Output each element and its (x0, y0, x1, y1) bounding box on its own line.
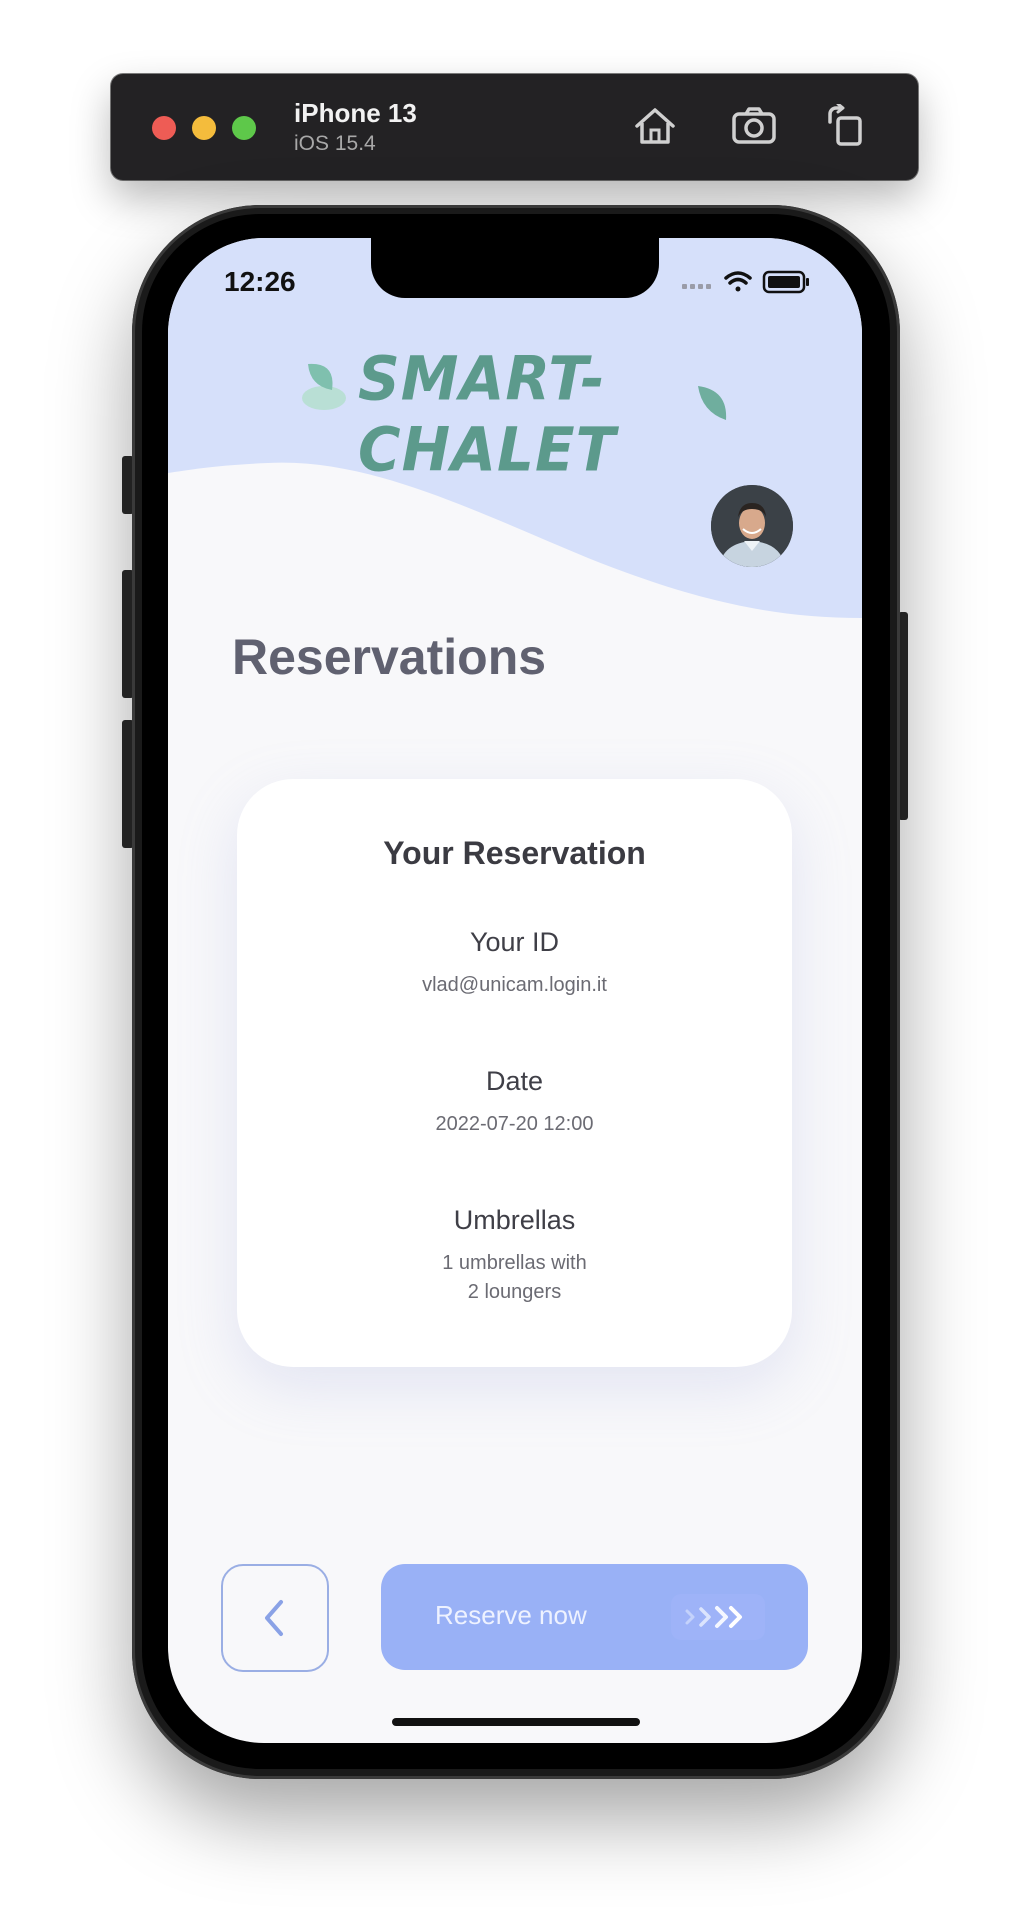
minimize-window-button[interactable] (192, 116, 216, 140)
home-icon[interactable] (631, 104, 679, 148)
logo-text: SMART-CHALET (358, 342, 617, 486)
status-time: 12:26 (224, 266, 296, 297)
os-version: iOS 15.4 (294, 132, 376, 155)
back-button[interactable] (221, 1564, 329, 1672)
wifi-icon (724, 271, 752, 292)
date-value: 2022-07-20 12:00 (435, 1113, 594, 1135)
signal-icon (682, 284, 711, 289)
swipe-handle[interactable] (671, 1594, 765, 1640)
id-label: Your ID (469, 927, 560, 957)
leaf-icon (302, 363, 346, 410)
battery-icon (762, 270, 809, 294)
double-chevron-right-icon (685, 1606, 742, 1628)
card-title: Your Reservation (383, 835, 646, 871)
reserve-now-button[interactable]: Reserve now (381, 1564, 808, 1670)
avatar[interactable] (711, 485, 793, 567)
chevron-left-icon (265, 1600, 283, 1636)
home-indicator[interactable] (392, 1718, 640, 1726)
zoom-window-button[interactable] (232, 116, 256, 140)
page-title: Reservations (232, 629, 547, 685)
reservation-card: Your Reservation Your ID vlad@unicam.log… (237, 779, 792, 1367)
umbrellas-value-line2: 2 loungers (467, 1281, 562, 1303)
date-label: Date (485, 1066, 544, 1096)
status-icons (682, 270, 809, 294)
leaf-small-icon (698, 386, 727, 420)
close-window-button[interactable] (152, 116, 176, 140)
reserve-now-label: Reserve now (435, 1600, 587, 1630)
simulator-window: iPhone 13 iOS 15.4 12:26 SMART-CHALET Re… (0, 0, 1030, 1932)
umbrellas-label: Umbrellas (453, 1205, 576, 1235)
id-value: vlad@unicam.login.it (422, 974, 607, 996)
app-logo: SMART-CHALET (298, 343, 738, 485)
device-name: iPhone 13 (294, 98, 417, 128)
rotate-icon[interactable] (822, 104, 870, 148)
notch (371, 238, 659, 298)
phone-screen: 12:26 SMART-CHALET Reservations Your Res… (168, 238, 862, 1743)
avatar-image (711, 485, 793, 567)
umbrellas-value-line1: 1 umbrellas with (442, 1252, 587, 1274)
screenshot-icon[interactable] (730, 104, 778, 148)
